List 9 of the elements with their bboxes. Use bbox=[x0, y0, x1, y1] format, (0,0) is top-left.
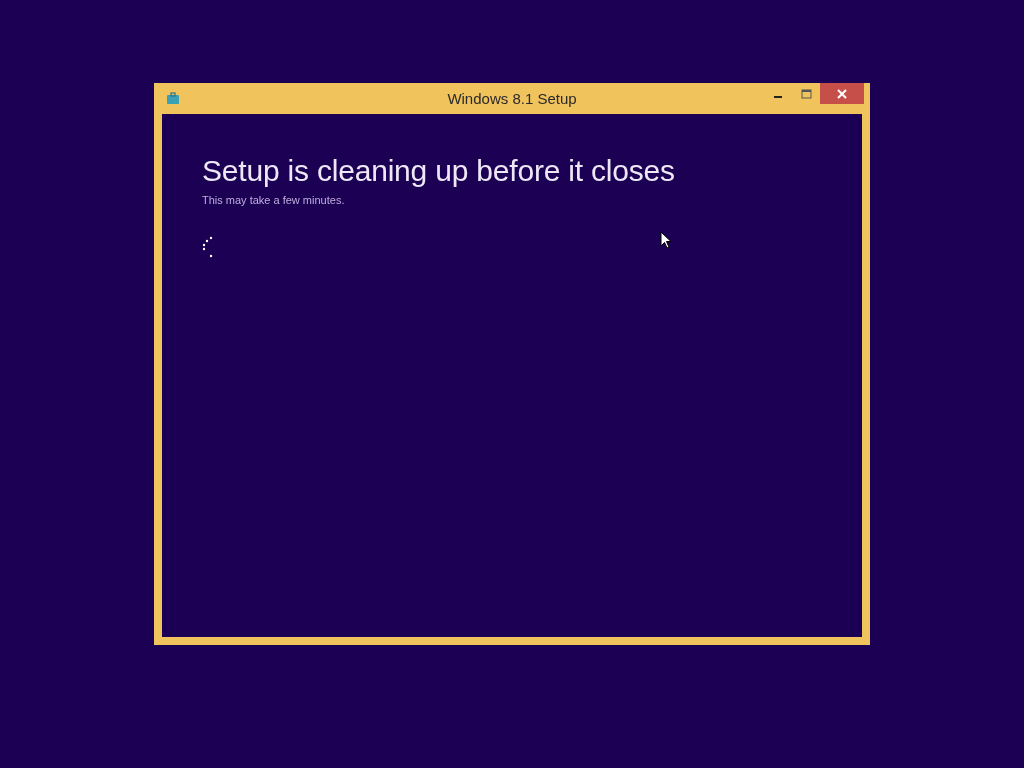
mouse-pointer-icon bbox=[660, 231, 672, 250]
subtitle: This may take a few minutes. bbox=[202, 194, 345, 206]
minimize-icon bbox=[774, 95, 782, 98]
briefcase-icon bbox=[166, 92, 180, 105]
close-button[interactable] bbox=[820, 83, 864, 104]
heading: Setup is cleaning up before it closes bbox=[202, 154, 675, 188]
maximize-icon bbox=[800, 88, 812, 99]
window-title: Windows 8.1 Setup bbox=[447, 90, 577, 107]
close-icon bbox=[837, 88, 847, 99]
